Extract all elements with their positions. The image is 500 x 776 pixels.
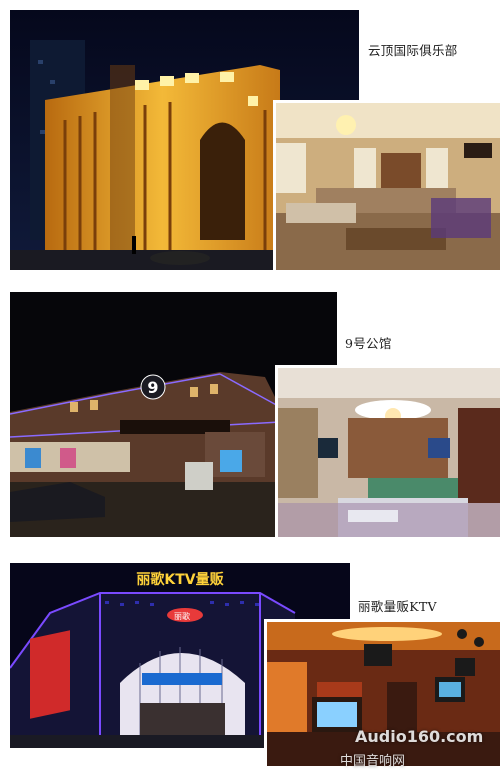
section-1-caption: 云顶国际俱乐部 [368, 43, 458, 58]
ktv-bowl-logo: 丽歌 [174, 611, 190, 621]
section-3-caption: 丽歌量贩KTV [358, 599, 437, 614]
mansion-interior-photo [278, 368, 500, 537]
site-watermark: Audio160.com [355, 727, 484, 746]
section-2-caption: 9号公馆 [345, 336, 392, 351]
ktv-rooftop-sign: 丽歌KTV量贩 [136, 571, 224, 588]
club-interior-photo [276, 103, 500, 270]
mansion-sign-number: 9 [147, 378, 158, 397]
site-watermark-sub: 中国音响网 [340, 754, 406, 769]
